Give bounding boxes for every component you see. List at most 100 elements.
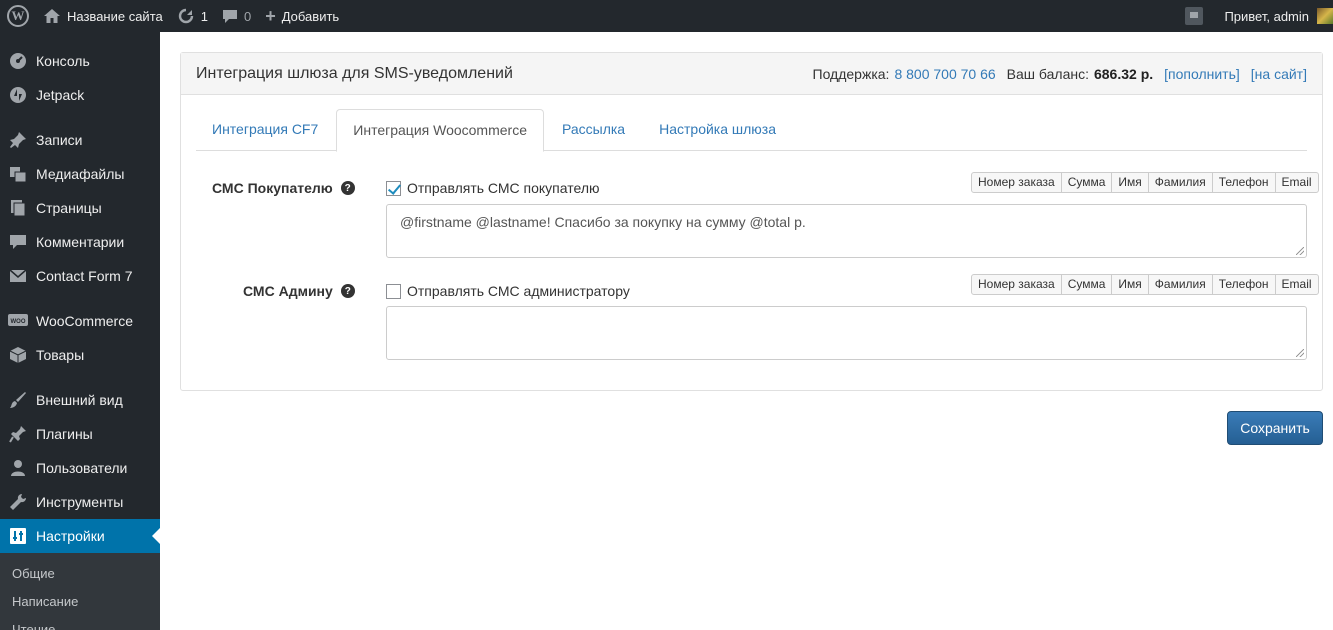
pin-icon: [8, 130, 28, 150]
help-icon[interactable]: ?: [340, 284, 355, 298]
submenu-reading[interactable]: Чтение: [0, 616, 160, 630]
menu-posts[interactable]: Записи: [0, 123, 160, 157]
tab-gateway-settings[interactable]: Настройка шлюза: [643, 109, 792, 151]
menu-label: Внешний вид: [36, 392, 123, 408]
admin-bar: W Название сайта 1 0 + Добавить Привет, …: [0, 0, 1333, 32]
customer-message-textarea[interactable]: @firstname @lastname! Спасибо за покупку…: [386, 204, 1307, 258]
menu-comments[interactable]: Комментарии: [0, 225, 160, 259]
submenu-general[interactable]: Общие: [0, 560, 160, 588]
wordpress-icon: W: [7, 5, 29, 27]
menu-label: Комментарии: [36, 234, 125, 250]
var-lastname-button[interactable]: Фамилия: [1149, 173, 1213, 192]
panel-header: Интеграция шлюза для SMS-уведомлений Под…: [181, 53, 1322, 95]
menu-media[interactable]: Медиафайлы: [0, 157, 160, 191]
var-email-button[interactable]: Email: [1276, 173, 1318, 192]
admin-variables-group: Номер заказа Сумма Имя Фамилия Телефон E…: [971, 274, 1319, 295]
notification-icon: [1185, 7, 1204, 25]
var-order-number-button[interactable]: Номер заказа: [972, 173, 1062, 192]
menu-jetpack[interactable]: Jetpack: [0, 78, 160, 112]
menu-plugins[interactable]: Плагины: [0, 417, 160, 451]
wrench-icon: [8, 492, 28, 512]
menu-label: Инструменты: [36, 494, 124, 510]
var-sum-button[interactable]: Сумма: [1062, 275, 1113, 294]
var-phone-button[interactable]: Телефон: [1213, 173, 1276, 192]
media-icon: [8, 164, 28, 184]
menu-products[interactable]: Товары: [0, 338, 160, 372]
brush-icon: [8, 390, 28, 410]
var-sum-button[interactable]: Сумма: [1062, 173, 1113, 192]
tab-mailing[interactable]: Рассылка: [546, 109, 641, 151]
site-name: Название сайта: [67, 8, 163, 24]
plugin-icon: [8, 424, 28, 444]
customer-message-text: @firstname @lastname! Спасибо за покупку…: [400, 214, 806, 230]
add-new-label: Добавить: [281, 8, 340, 24]
menu-dashboard[interactable]: Консоль: [0, 44, 160, 78]
menu-settings[interactable]: Настройки: [0, 519, 160, 553]
var-firstname-button[interactable]: Имя: [1112, 275, 1149, 294]
jetpack-icon: [8, 85, 28, 105]
menu-label: WooCommerce: [36, 313, 133, 329]
checkbox-label: Отправлять СМС администратору: [407, 283, 630, 299]
resize-grip-icon[interactable]: [1296, 247, 1304, 255]
comment-icon: [8, 232, 28, 252]
site-link[interactable]: [на сайт]: [1251, 66, 1307, 82]
site-name-link[interactable]: Название сайта: [36, 0, 170, 32]
menu-label: Настройки: [36, 528, 105, 544]
menu-tools[interactable]: Инструменты: [0, 485, 160, 519]
tab-cf7[interactable]: Интеграция CF7: [196, 109, 334, 151]
resize-grip-icon[interactable]: [1296, 349, 1304, 357]
updates-icon: [177, 7, 195, 25]
admin-sms-checkbox[interactable]: [386, 283, 401, 299]
save-button[interactable]: Сохранить: [1227, 411, 1323, 445]
svg-text:WOO: WOO: [11, 319, 26, 325]
row-label-text: СМС Админу: [243, 283, 333, 299]
sms-admin-label: СМС Админу ?: [243, 283, 355, 299]
admin-message-textarea[interactable]: [386, 306, 1307, 360]
account-info: Поддержка: 8 800 700 70 66 Ваш баланс: 6…: [813, 66, 1307, 82]
mail-icon: [8, 266, 28, 286]
menu-label: Contact Form 7: [36, 268, 133, 284]
admin-sms-checkbox-row[interactable]: Отправлять СМС администратору: [386, 283, 630, 299]
wp-logo-menu[interactable]: W: [0, 0, 36, 32]
pages-icon: [8, 198, 28, 218]
submenu-writing[interactable]: Написание: [0, 588, 160, 616]
box-icon: [8, 345, 28, 365]
updates-link[interactable]: 1: [170, 0, 215, 32]
menu-users[interactable]: Пользователи: [0, 451, 160, 485]
menu-label: Консоль: [36, 53, 90, 69]
settings-icon: [8, 526, 28, 546]
greeting: Привет, admin: [1224, 8, 1309, 24]
support-phone-link[interactable]: 8 800 700 70 66: [894, 66, 995, 82]
customer-sms-checkbox-row[interactable]: Отправлять СМС покупателю: [386, 180, 600, 196]
notifications-link[interactable]: [1178, 0, 1217, 32]
var-order-number-button[interactable]: Номер заказа: [972, 275, 1062, 294]
menu-label: Медиафайлы: [36, 166, 125, 182]
topup-link[interactable]: [пополнить]: [1164, 66, 1240, 82]
var-phone-button[interactable]: Телефон: [1213, 275, 1276, 294]
menu-label: Плагины: [36, 426, 93, 442]
comment-icon: [222, 8, 238, 24]
menu-appearance[interactable]: Внешний вид: [0, 383, 160, 417]
avatar: [1317, 8, 1333, 24]
menu-woocommerce[interactable]: WOO WooCommerce: [0, 304, 160, 338]
panel-title: Интеграция шлюза для SMS-уведомлений: [196, 64, 513, 82]
comments-link[interactable]: 0: [215, 0, 258, 32]
help-icon[interactable]: ?: [340, 181, 355, 195]
var-lastname-button[interactable]: Фамилия: [1149, 275, 1213, 294]
balance-label: Ваш баланс:: [1006, 65, 1089, 82]
home-icon: [43, 8, 61, 24]
customer-sms-checkbox[interactable]: [386, 180, 401, 196]
menu-label: Пользователи: [36, 460, 128, 476]
tab-woocommerce[interactable]: Интеграция Woocommerce: [336, 109, 544, 152]
menu-contact-form-7[interactable]: Contact Form 7: [0, 259, 160, 293]
customer-variables-group: Номер заказа Сумма Имя Фамилия Телефон E…: [971, 172, 1319, 193]
var-email-button[interactable]: Email: [1276, 275, 1318, 294]
menu-label: Товары: [36, 347, 85, 363]
woo-icon: WOO: [8, 311, 28, 331]
menu-label: Записи: [36, 132, 83, 148]
new-content-link[interactable]: + Добавить: [258, 0, 346, 32]
menu-label: Jetpack: [36, 87, 85, 103]
var-firstname-button[interactable]: Имя: [1112, 173, 1149, 192]
my-account-link[interactable]: Привет, admin: [1217, 0, 1333, 32]
menu-pages[interactable]: Страницы: [0, 191, 160, 225]
